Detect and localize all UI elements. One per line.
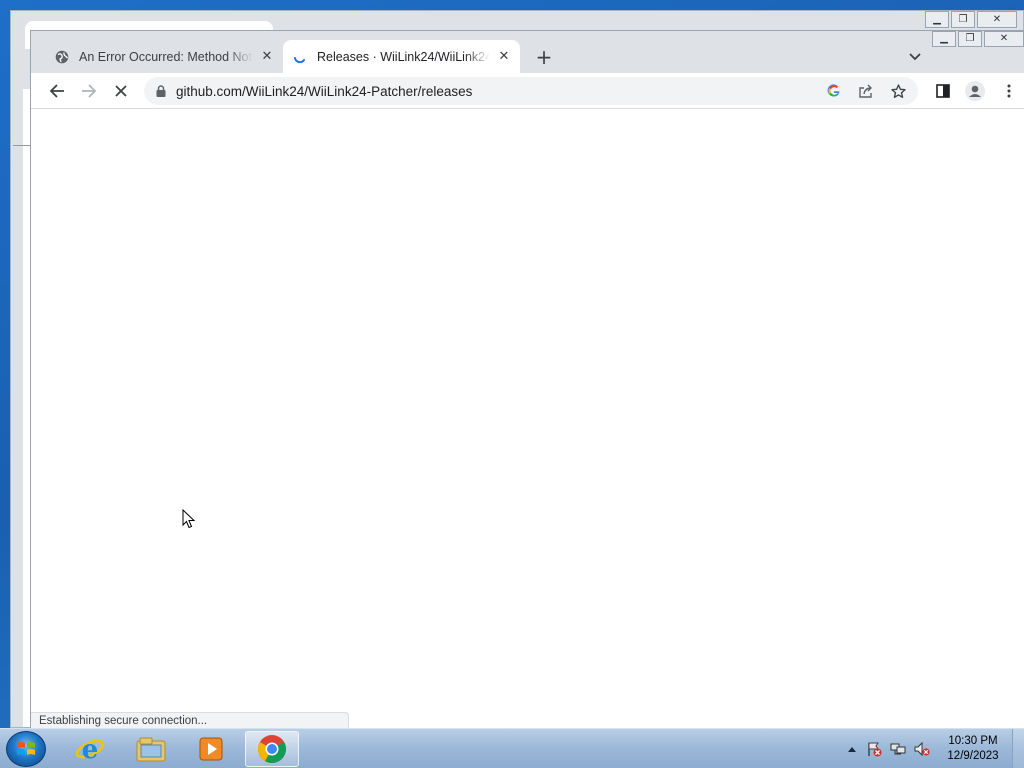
clock-time: 10:30 PM	[948, 735, 998, 747]
background-window-controls: ▁ ❐ ✕	[925, 11, 1017, 28]
profile-button[interactable]	[963, 79, 987, 103]
windows-logo-icon	[17, 742, 35, 755]
file-explorer-icon	[136, 737, 166, 762]
taskbar-media-player[interactable]	[184, 731, 238, 767]
tab-close-icon[interactable]: ✕	[257, 47, 277, 67]
back-button[interactable]	[45, 79, 69, 103]
minimize-button[interactable]: ▁	[925, 11, 949, 28]
minimize-button[interactable]: ▁	[932, 31, 956, 47]
chrome-window: An Error Occurred: Method Not Allowed ✕ …	[30, 30, 1024, 728]
forward-arrow-icon	[82, 84, 97, 98]
chrome-icon	[258, 735, 286, 763]
tab-error-page[interactable]: An Error Occurred: Method Not Allowed ✕	[45, 40, 283, 73]
minimize-icon: ▁	[933, 13, 941, 25]
close-button[interactable]: ✕	[977, 11, 1017, 28]
start-button[interactable]	[6, 731, 46, 767]
restore-icon: ❐	[965, 33, 975, 44]
lock-icon[interactable]	[154, 85, 168, 97]
network-icon[interactable]	[890, 741, 906, 757]
loading-spinner-icon	[293, 50, 307, 64]
internet-explorer-icon: e	[75, 735, 105, 764]
tab-close-icon[interactable]: ✕	[494, 47, 514, 67]
close-icon: ✕	[999, 33, 1009, 44]
new-tab-button[interactable]: +	[531, 45, 557, 69]
show-desktop-button[interactable]	[1012, 729, 1024, 768]
back-arrow-icon	[49, 84, 64, 98]
clock-date: 12/9/2023	[947, 750, 999, 762]
bookmark-star-icon[interactable]	[886, 79, 910, 103]
share-icon[interactable]	[854, 79, 878, 103]
menu-button[interactable]	[997, 79, 1021, 103]
window-controls: ▁ ❐ ✕	[932, 31, 1024, 47]
forward-button[interactable]	[77, 79, 101, 103]
plus-icon: +	[535, 45, 553, 69]
svg-text:e: e	[82, 735, 99, 764]
page-content: Establishing secure connection...	[31, 110, 1024, 728]
close-button[interactable]: ✕	[984, 31, 1024, 47]
browser-toolbar: github.com/WiiLink24/WiiLink24-Patcher/r…	[31, 73, 1024, 109]
chevron-up-icon	[848, 747, 856, 752]
tab-strip: An Error Occurred: Method Not Allowed ✕ …	[31, 31, 1024, 73]
tab-title: Releases · WiiLink24/WiiLink24-Patcher	[317, 49, 490, 64]
mouse-cursor-icon	[182, 509, 196, 529]
taskbar-chrome[interactable]	[245, 731, 299, 767]
side-panel-button[interactable]	[931, 79, 955, 103]
background-divider	[13, 145, 31, 146]
restore-button[interactable]: ❐	[958, 31, 982, 47]
address-bar[interactable]: github.com/WiiLink24/WiiLink24-Patcher/r…	[144, 77, 918, 105]
globe-icon	[55, 50, 69, 64]
action-center-icon[interactable]	[866, 741, 882, 757]
google-lens-icon[interactable]	[822, 79, 846, 103]
show-hidden-icons-button[interactable]	[844, 741, 860, 757]
status-bubble: Establishing secure connection...	[31, 712, 349, 728]
close-icon: ✕	[992, 13, 1002, 25]
avatar-icon	[965, 81, 985, 101]
minimize-icon: ▁	[940, 33, 948, 44]
restore-icon: ❐	[958, 13, 968, 25]
stop-icon	[115, 85, 127, 97]
restore-button[interactable]: ❐	[951, 11, 975, 28]
volume-muted-icon[interactable]	[914, 741, 930, 757]
tab-search-button[interactable]	[903, 45, 927, 69]
tab-title: An Error Occurred: Method Not Allowed	[79, 49, 253, 64]
media-player-icon	[199, 737, 223, 761]
system-clock[interactable]: 10:30 PM 12/9/2023	[936, 734, 1010, 764]
taskbar-file-explorer[interactable]	[124, 731, 178, 767]
chevron-down-icon	[909, 53, 921, 61]
url-text[interactable]: github.com/WiiLink24/WiiLink24-Patcher/r…	[176, 84, 822, 99]
taskbar: e 10:30 PM 12/9/2023	[0, 728, 1024, 768]
tab-releases[interactable]: Releases · WiiLink24/WiiLink24-Patcher ✕	[283, 40, 520, 73]
side-panel-icon	[936, 84, 950, 98]
stop-loading-button[interactable]	[109, 79, 133, 103]
more-vert-icon	[1007, 84, 1011, 98]
taskbar-internet-explorer[interactable]: e	[63, 731, 117, 767]
